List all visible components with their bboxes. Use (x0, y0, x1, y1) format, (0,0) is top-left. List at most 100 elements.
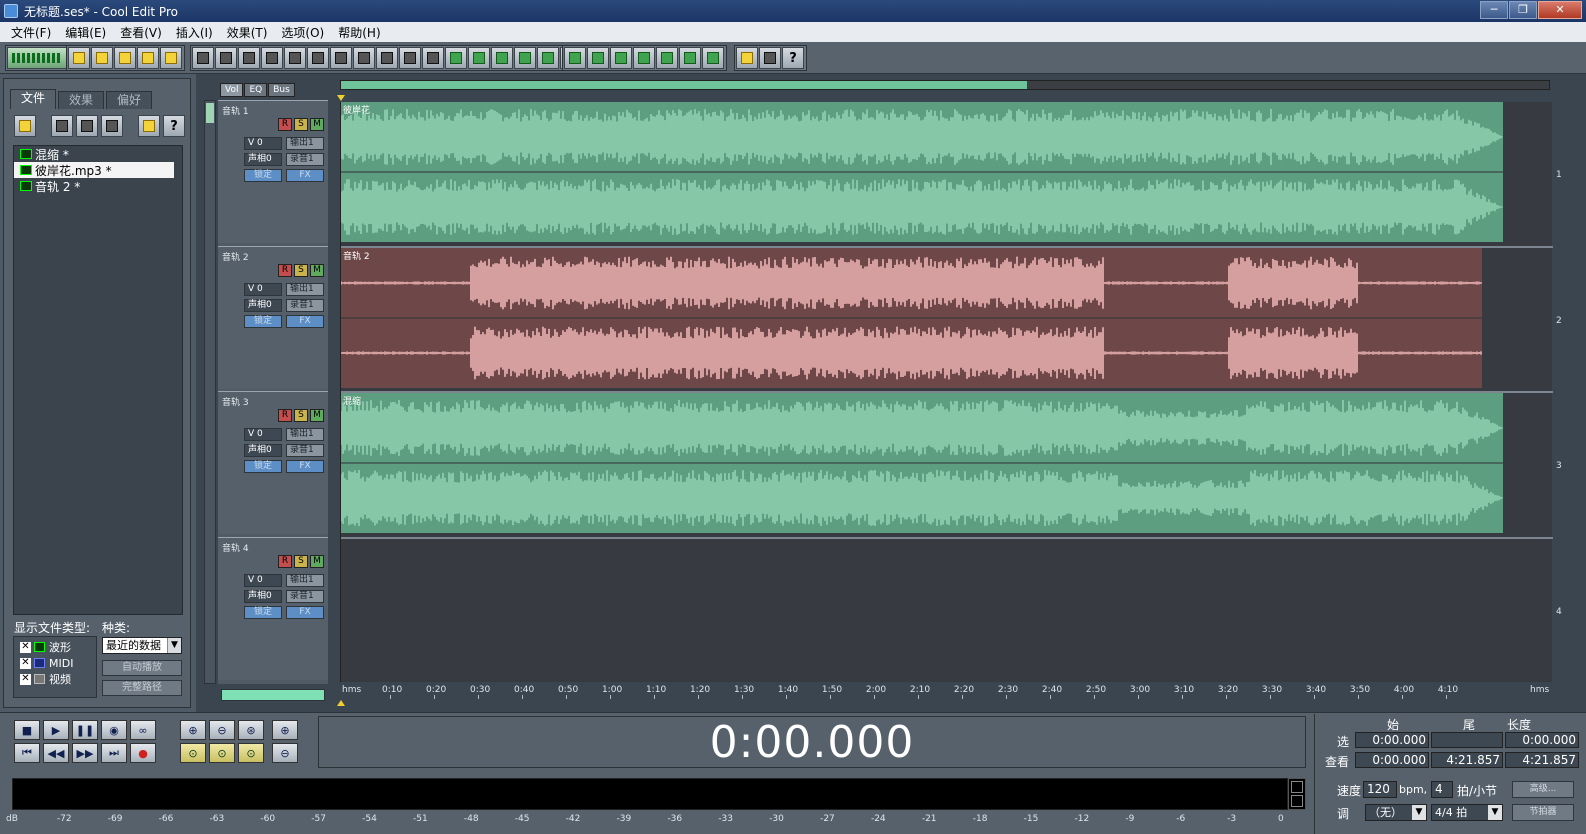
tool-button-5[interactable] (284, 47, 306, 69)
device-button[interactable] (759, 47, 781, 69)
save-button[interactable] (137, 47, 159, 69)
list-item[interactable]: 彼岸花.mp3 * (14, 162, 174, 178)
lock-button[interactable]: 锁定 (244, 169, 282, 182)
mute-button[interactable]: M (310, 118, 324, 131)
record-input-select[interactable]: 录音1 (286, 444, 324, 457)
list-item[interactable]: 混缩 * (14, 146, 182, 162)
lock-button[interactable]: 锁定 (244, 315, 282, 328)
envelope-effect-button[interactable] (587, 47, 609, 69)
close-button[interactable]: ✕ (1538, 1, 1582, 19)
tool-button-3[interactable] (238, 47, 260, 69)
zoom-out-button[interactable]: ⊖ (209, 720, 235, 740)
output-select[interactable]: 输出1 (286, 137, 324, 150)
record-arm-button[interactable]: R (278, 409, 292, 422)
time-ruler[interactable]: hms 0:10 0:20 0:30 0:40 0:50 1:00 1:10 1:20 1:30 1… (340, 683, 1552, 699)
tool-button-2[interactable] (215, 47, 237, 69)
solo-button[interactable]: S (294, 264, 308, 277)
mute-button[interactable]: M (310, 409, 324, 422)
tab-vol[interactable]: Vol (220, 83, 244, 97)
checkbox-waveform[interactable]: ✕ (20, 641, 31, 653)
menu-view[interactable]: 查看(V) (113, 24, 169, 41)
play-button[interactable]: ▶ (43, 720, 69, 740)
pan-field[interactable]: 声相0 (244, 444, 282, 457)
tab-effects[interactable]: 效果 (58, 91, 105, 109)
fx-button[interactable]: FX (286, 315, 324, 328)
menu-insert[interactable]: 插入(I) (169, 24, 220, 41)
list-item[interactable]: 音轨 2 * (14, 178, 182, 194)
checkbox-midi[interactable]: ✕ (20, 657, 31, 669)
time-signature-select[interactable]: 4/4 拍 ▼ (1431, 804, 1503, 821)
tool-button-10[interactable] (399, 47, 421, 69)
mute-button[interactable]: M (310, 555, 324, 568)
edit-file-button[interactable] (101, 115, 123, 137)
tool-button-9[interactable] (376, 47, 398, 69)
solo-button[interactable]: S (294, 409, 308, 422)
overview-thumb[interactable] (341, 81, 1027, 89)
audio-clip[interactable]: 音轨 2 (341, 248, 1482, 388)
zoom-selection-button[interactable]: ⊙ (238, 743, 264, 763)
tool-button-15[interactable] (514, 47, 536, 69)
vertical-zoom-out-button[interactable]: ⊖ (272, 743, 298, 763)
settings-button[interactable] (736, 47, 758, 69)
scrollbar-thumb[interactable] (206, 103, 214, 123)
play-start-marker-top[interactable] (337, 95, 345, 101)
menu-effects[interactable]: 效果(T) (220, 24, 275, 41)
view-end-field[interactable]: 4:21.857 (1431, 752, 1503, 768)
view-length-field[interactable]: 4:21.857 (1505, 752, 1579, 768)
level-meter-clip-indicators[interactable] (1288, 778, 1306, 810)
clip-indicator-bottom[interactable] (1291, 795, 1303, 807)
rewind-button[interactable]: ◀◀ (43, 743, 69, 763)
record-arm-button[interactable]: R (278, 264, 292, 277)
menu-help[interactable]: 帮助(H) (331, 24, 387, 41)
minimize-button[interactable]: ─ (1480, 1, 1508, 19)
solo-button[interactable]: S (294, 118, 308, 131)
full-path-button[interactable]: 完整路径 (102, 680, 182, 696)
pause-button[interactable]: ❚❚ (72, 720, 98, 740)
volume-field[interactable]: V 0 (244, 428, 282, 441)
tool-button-7[interactable] (330, 47, 352, 69)
vertical-zoom-in-button[interactable]: ⊕ (272, 720, 298, 740)
menu-options[interactable]: 选项(O) (274, 24, 331, 41)
eq-button[interactable] (702, 47, 724, 69)
go-to-end-button[interactable]: ⏭ (101, 743, 127, 763)
clip-indicator-top[interactable] (1291, 781, 1303, 793)
file-help-button[interactable]: ? (163, 115, 185, 137)
track-separator[interactable] (341, 537, 1553, 539)
timeline-tracks[interactable]: 彼岸花 音轨 2 混缩 (340, 102, 1553, 682)
zoom-left-button[interactable]: ⊙ (180, 743, 206, 763)
pan-field[interactable]: 声相0 (244, 299, 282, 312)
zoom-right-button[interactable]: ⊙ (209, 743, 235, 763)
tab-bus[interactable]: Bus (268, 83, 295, 97)
filter-waveform[interactable]: ✕ 波形 (14, 639, 96, 655)
horizontal-scrollbar[interactable] (221, 689, 325, 701)
link-button[interactable] (679, 47, 701, 69)
key-select[interactable]: （无） ▼ (1365, 804, 1427, 821)
menu-file[interactable]: 文件(F) (4, 24, 58, 41)
record-button[interactable]: ● (130, 743, 156, 763)
print-button[interactable] (114, 47, 136, 69)
tool-button-6[interactable] (307, 47, 329, 69)
zoom-full-button[interactable]: ⊛ (238, 720, 264, 740)
open-file-button[interactable] (14, 115, 36, 137)
tool-button-16[interactable] (537, 47, 559, 69)
overview-scrollbar[interactable] (340, 80, 1550, 90)
tempo-input[interactable]: 120 (1363, 781, 1397, 798)
autoplay-button[interactable]: 自动播放 (102, 660, 182, 676)
fast-forward-button[interactable]: ▶▶ (72, 743, 98, 763)
filter-midi[interactable]: ✕ MIDI (14, 655, 96, 671)
pan-field[interactable]: 声相0 (244, 153, 282, 166)
record-arm-button[interactable]: R (278, 555, 292, 568)
output-select[interactable]: 输出1 (286, 428, 324, 441)
volume-field[interactable]: V 0 (244, 283, 282, 296)
select-length-field[interactable]: 0:00.000 (1505, 732, 1579, 748)
tool-button-12[interactable] (445, 47, 467, 69)
new-button[interactable] (68, 47, 90, 69)
stop-button[interactable]: ■ (14, 720, 40, 740)
record-input-select[interactable]: 录音1 (286, 299, 324, 312)
help-button[interactable]: ? (782, 47, 804, 69)
bpm-button[interactable] (656, 47, 678, 69)
record-input-select[interactable]: 录音1 (286, 153, 324, 166)
select-begin-field[interactable]: 0:00.000 (1355, 732, 1429, 748)
metronome-button[interactable]: 节拍器 (1512, 804, 1574, 821)
tool-button-14[interactable] (491, 47, 513, 69)
